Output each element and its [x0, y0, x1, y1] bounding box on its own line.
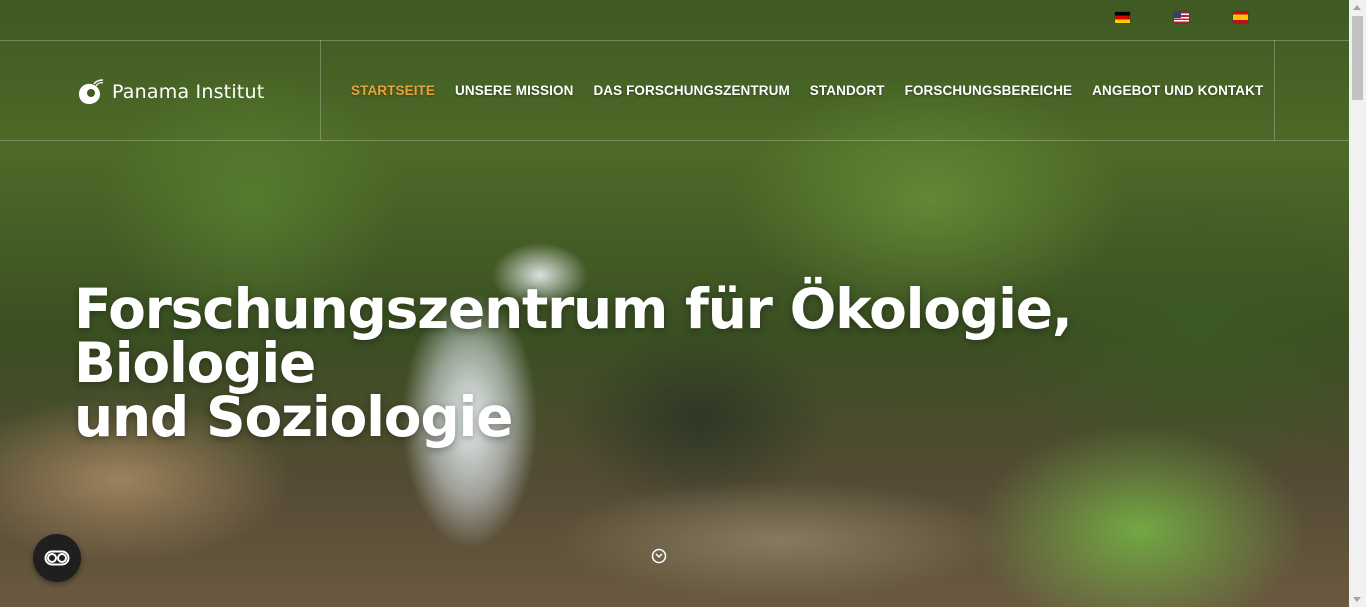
flag-us-icon[interactable]: [1174, 12, 1189, 23]
header-right-divider: [1274, 40, 1275, 140]
hero-headline-line-1: Forschungszentrum für Ökologie, Biologie: [74, 277, 1073, 395]
scrollbar-thumb[interactable]: [1352, 16, 1363, 100]
page-scrollbar[interactable]: [1349, 0, 1366, 607]
nav-item-startseite[interactable]: STARTSEITE: [351, 83, 435, 98]
sloth-logo-icon: [79, 79, 104, 104]
scroll-down-arrow-icon[interactable]: [1353, 597, 1361, 602]
main-navigation: STARTSEITE UNSERE MISSION DAS FORSCHUNGS…: [351, 83, 1263, 98]
hero-section: Panama Institut STARTSEITE UNSERE MISSIO…: [0, 0, 1349, 607]
nav-item-das-forschungszentrum[interactable]: DAS FORSCHUNGSZENTRUM: [593, 83, 789, 98]
nav-item-angebot-und-kontakt[interactable]: ANGEBOT UND KONTAKT: [1092, 83, 1263, 98]
language-switcher: [1115, 12, 1248, 23]
accessibility-button[interactable]: [33, 534, 81, 582]
scroll-down-icon[interactable]: [651, 548, 667, 564]
header-bottom-line: [0, 140, 1349, 141]
header-left-divider: [320, 40, 321, 140]
logo-text: Panama Institut: [112, 81, 265, 103]
nav-item-unsere-mission[interactable]: UNSERE MISSION: [455, 83, 573, 98]
hero-headline: Forschungszentrum für Ökologie, Biologie…: [74, 277, 1274, 449]
hero-headline-line-2: und Soziologie: [74, 385, 513, 449]
flag-de-icon[interactable]: [1115, 12, 1130, 23]
header-top-line: [0, 40, 1349, 41]
site-logo[interactable]: Panama Institut: [76, 78, 264, 106]
scroll-up-arrow-icon[interactable]: [1353, 5, 1361, 10]
nav-item-forschungsbereiche[interactable]: FORSCHUNGSBEREICHE: [905, 83, 1073, 98]
flag-es-icon[interactable]: [1233, 12, 1248, 23]
nav-item-standort[interactable]: STANDORT: [810, 83, 885, 98]
accessibility-toggle-icon: [44, 550, 70, 566]
